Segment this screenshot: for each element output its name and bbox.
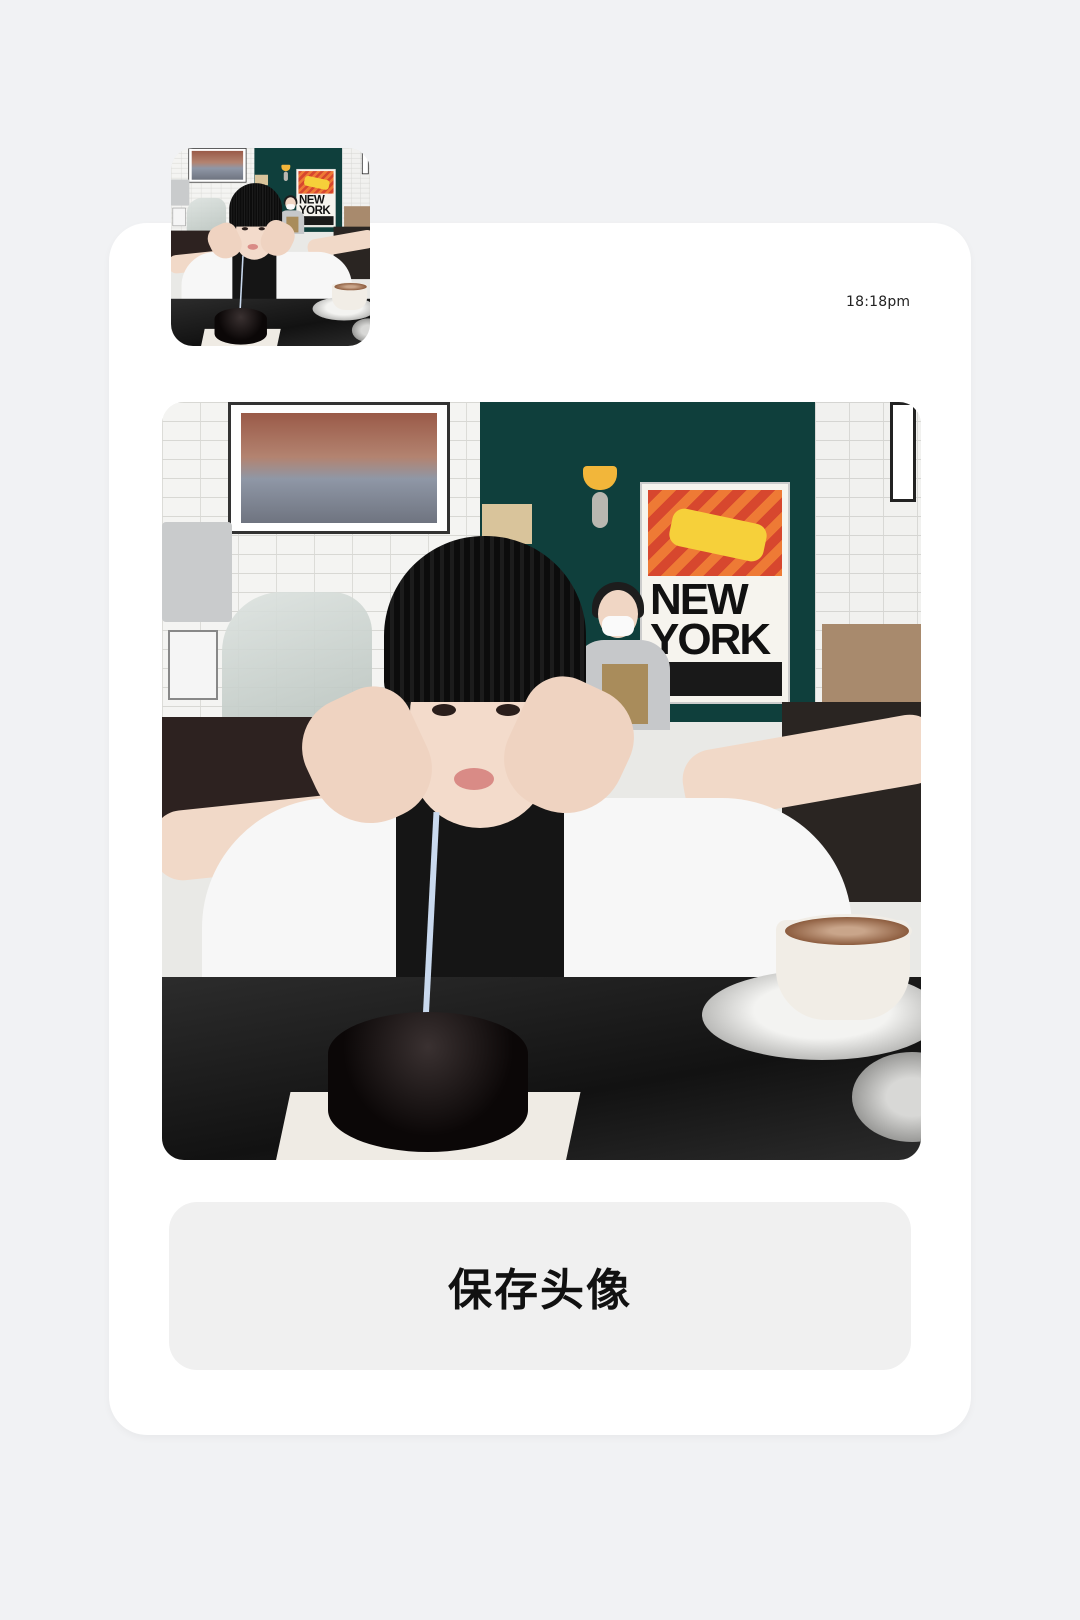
main-photo-scene: NEW YORK	[162, 402, 921, 1160]
save-avatar-label: 保存头像	[448, 1265, 632, 1316]
page: NEW YORK 18:18pm NEW YORK 保存头像	[0, 0, 1080, 1620]
save-avatar-button[interactable]: 保存头像	[169, 1202, 911, 1370]
poster-text: NEW YORK	[298, 193, 331, 217]
timestamp: 18:18pm	[846, 294, 911, 310]
poster-text: NEW YORK	[650, 575, 771, 664]
avatar-photo-scene: NEW YORK	[171, 148, 370, 346]
avatar-thumbnail[interactable]: NEW YORK	[171, 148, 370, 346]
avatar-preview-image: NEW YORK	[162, 402, 921, 1160]
